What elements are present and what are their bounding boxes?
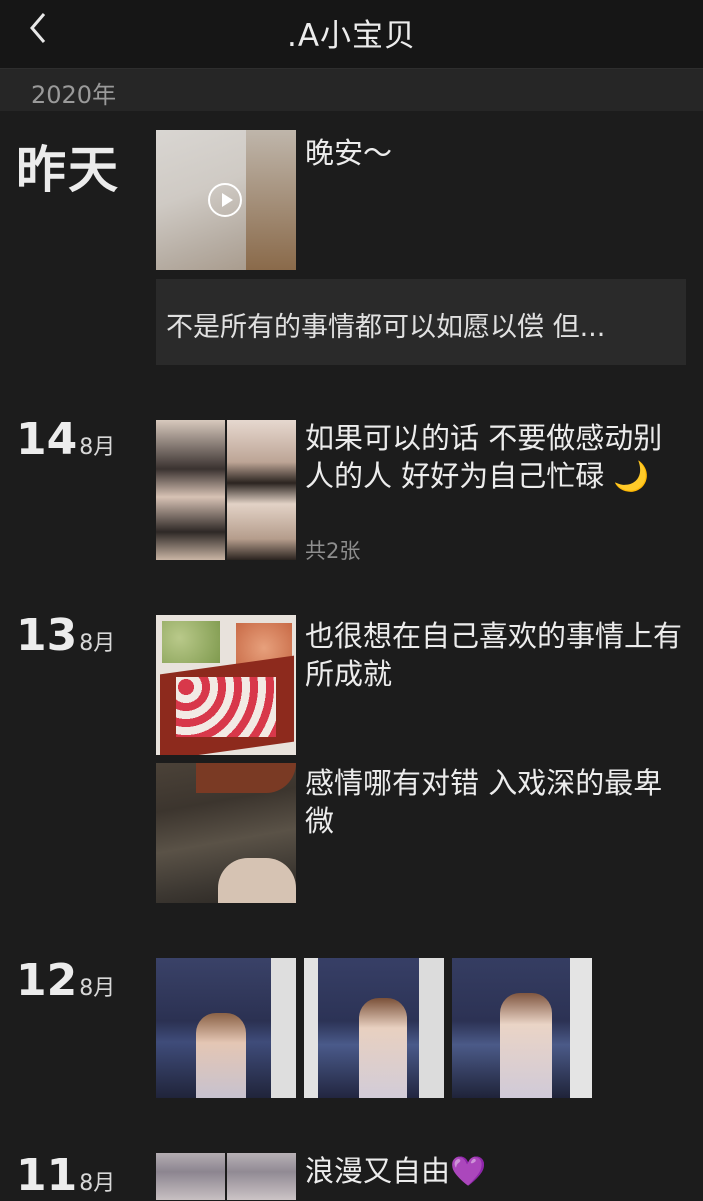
photo-thumbnail[interactable] <box>227 1153 296 1200</box>
date-label: 128月 <box>16 955 115 1006</box>
photo-thumbnail[interactable] <box>156 615 296 755</box>
photo-thumbnail[interactable] <box>156 420 225 560</box>
text-card-content: 不是所有的事情都可以如愿以偿 但... <box>166 312 606 343</box>
month-label: 8月 <box>79 976 116 1001</box>
date-label: 138月 <box>16 610 115 661</box>
date-label-yesterday: 昨天 <box>16 141 120 199</box>
month-label: 8月 <box>79 631 116 656</box>
post-text[interactable]: 浪漫又自由💜 <box>305 1152 685 1190</box>
text-card[interactable]: 不是所有的事情都可以如愿以偿 但... <box>156 279 686 365</box>
post-text[interactable]: 感情哪有对错 入戏深的最卑微 <box>305 764 685 840</box>
day-number: 14 <box>16 414 78 465</box>
day-number: 13 <box>16 610 78 661</box>
photo-thumbnail[interactable] <box>304 958 444 1098</box>
photo-thumbnail[interactable] <box>156 1153 225 1200</box>
day-number: 12 <box>16 955 78 1006</box>
post-text[interactable]: 如果可以的话 不要做感动别人的人 好好为自己忙碌 🌙 <box>305 419 685 495</box>
photo-thumbnail[interactable] <box>156 958 296 1098</box>
year-divider: 2020年 <box>0 68 703 111</box>
day-number: 11 <box>16 1150 78 1201</box>
photo-thumbnail[interactable] <box>156 763 296 903</box>
month-label: 8月 <box>79 1171 116 1196</box>
photo-thumbnail[interactable] <box>227 420 296 560</box>
top-bar: .A小宝贝 <box>0 0 703 68</box>
photo-count: 共2张 <box>305 539 361 563</box>
page-title: .A小宝贝 <box>286 18 417 54</box>
year-label: 2020年 <box>31 81 117 109</box>
date-label: 148月 <box>16 414 115 465</box>
post-text[interactable]: 也很想在自己喜欢的事情上有所成就 <box>305 617 685 693</box>
photo-thumbnail[interactable] <box>452 958 592 1098</box>
post-text[interactable]: 晚安～ <box>305 134 685 172</box>
month-label: 8月 <box>79 435 116 460</box>
play-icon <box>208 183 242 217</box>
video-thumbnail[interactable] <box>156 130 296 270</box>
date-label: 118月 <box>16 1150 115 1201</box>
